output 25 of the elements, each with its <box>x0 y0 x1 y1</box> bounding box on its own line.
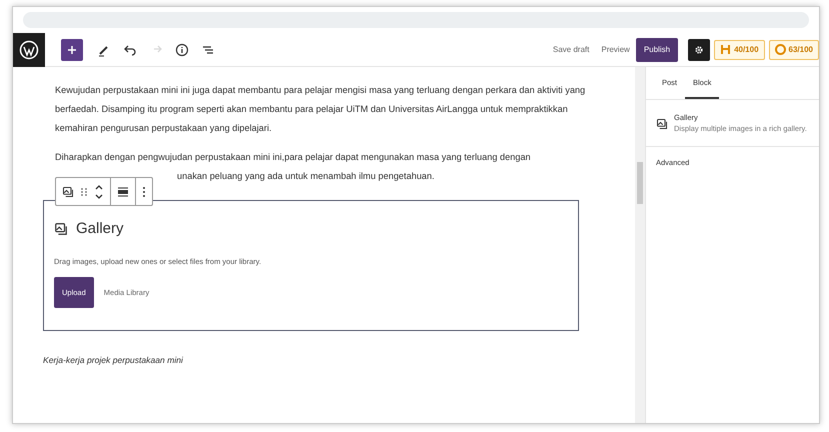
readability-icon <box>774 44 786 55</box>
scrollbar[interactable] <box>635 67 645 423</box>
gallery-title: Gallery <box>76 219 124 238</box>
undo-icon <box>123 42 137 56</box>
seo-icon <box>720 44 732 55</box>
plus-icon <box>66 44 78 56</box>
move-icon[interactable] <box>94 184 104 200</box>
caption-text: Kerja-kerja projek perpustakaan mini <box>43 354 184 367</box>
info-icon <box>175 42 189 56</box>
paragraph: Diharapkan dengan pengwujudan perpustakaan mini ini,para pelajar dapat mengunakan masa yang terluang dengan <box>55 151 532 164</box>
paragraph: Kewujudan perpustakaan mini ini juga dapat membantu para pelajar mengisi masa yang terluang dengan perkara dan aktiviti yang berfaedah. Disamping itu program seperti akan membantu para pelajar UiTM dan Universitas AirLangga untuk mempraktikkan kemahiran pengurusan perpustakaan yang dipelajari. <box>55 84 586 135</box>
more-options-icon[interactable] <box>142 186 146 198</box>
paragraph: unakan peluang yang ada untuk menambah ilmu pengetahuan. <box>177 170 436 183</box>
gallery-icon <box>656 118 668 130</box>
publish-button[interactable]: Publish <box>636 38 678 62</box>
wordpress-logo[interactable] <box>13 32 45 66</box>
align-icon[interactable] <box>117 186 129 198</box>
drag-handle-icon[interactable] <box>80 186 88 196</box>
save-draft-button[interactable]: Save draft <box>546 44 596 56</box>
gear-icon <box>694 44 704 56</box>
gallery-icon <box>54 222 68 236</box>
settings-button[interactable] <box>688 38 710 60</box>
add-block-button[interactable] <box>61 38 83 60</box>
preview-button[interactable]: Preview <box>595 44 636 56</box>
scrollbar-thumb[interactable] <box>637 162 643 204</box>
